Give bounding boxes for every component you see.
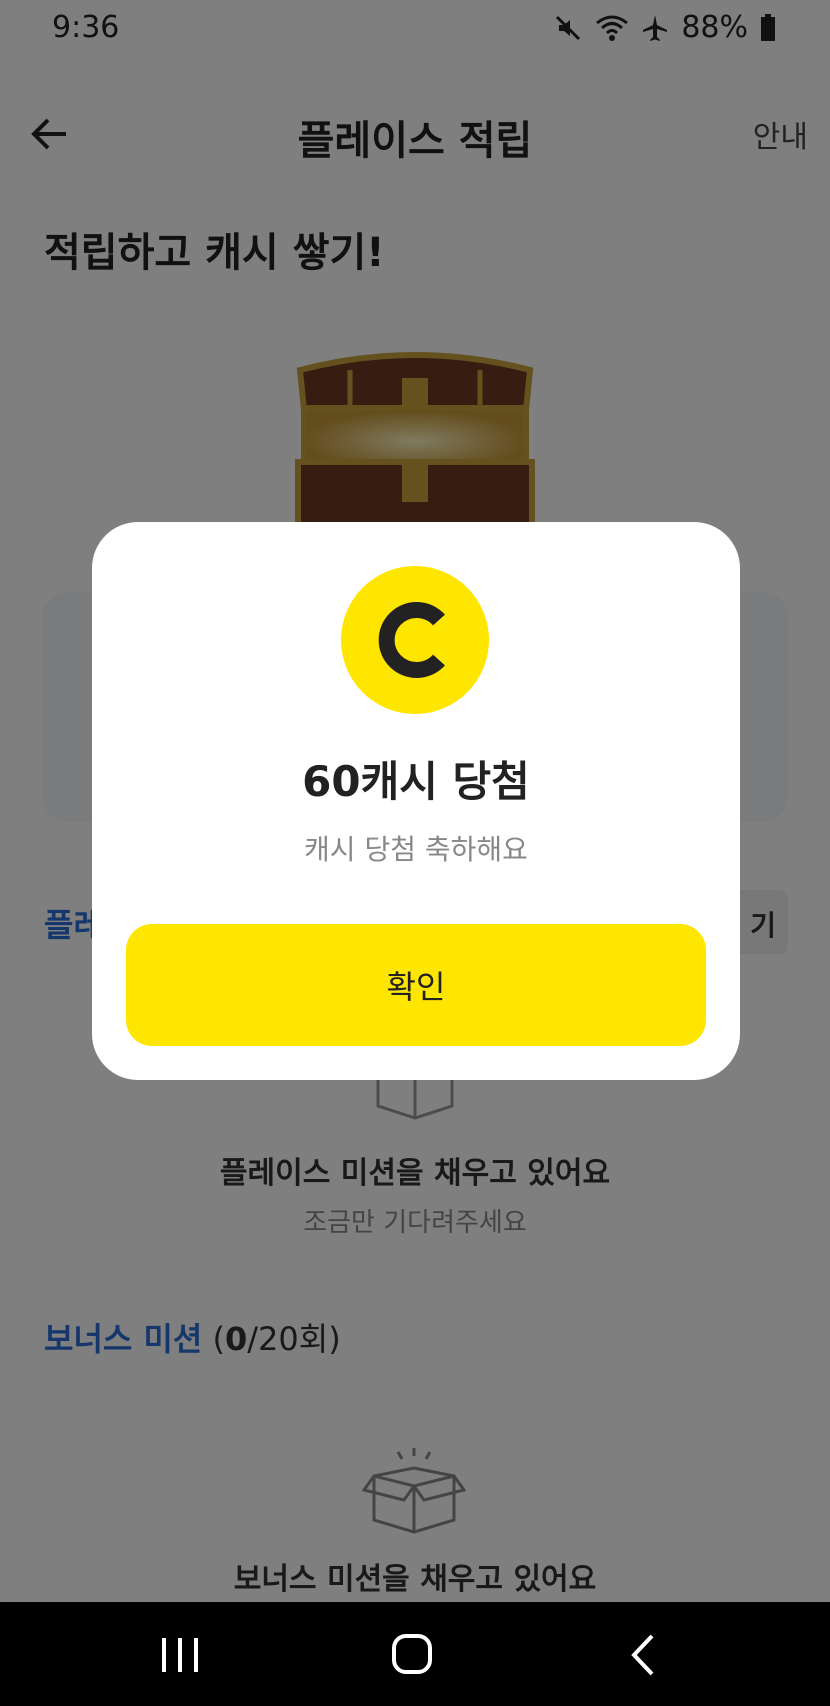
cash-coin-icon xyxy=(341,566,489,714)
system-nav-bar xyxy=(0,1602,830,1706)
dialog-subtitle: 캐시 당첨 축하해요 xyxy=(304,833,528,866)
nav-back-button[interactable] xyxy=(614,1628,674,1682)
dialog-title: 60캐시 당첨 xyxy=(302,757,530,806)
home-button[interactable] xyxy=(382,1628,442,1682)
confirm-button[interactable]: 확인 xyxy=(126,924,706,1046)
home-icon xyxy=(392,1634,432,1674)
nav-back-icon xyxy=(631,1634,654,1676)
recents-button[interactable] xyxy=(150,1628,210,1682)
reward-dialog: 60캐시 당첨 캐시 당첨 축하해요 확인 xyxy=(92,522,740,1080)
recents-icon xyxy=(162,1638,198,1672)
